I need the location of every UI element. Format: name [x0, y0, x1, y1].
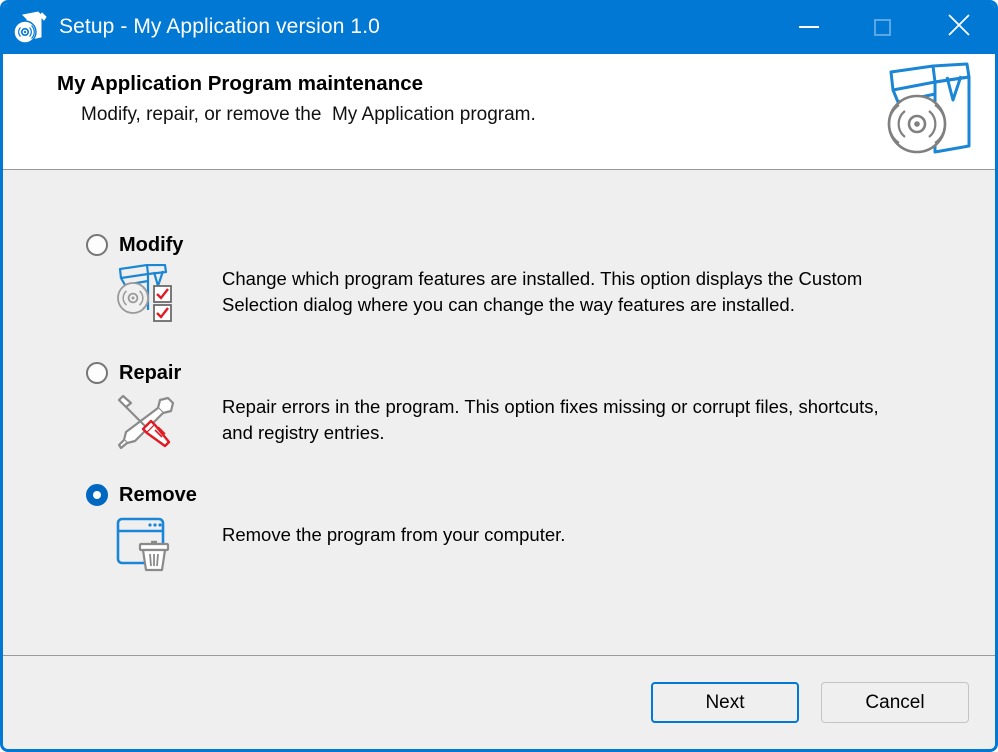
package-box-disc-logo	[877, 60, 983, 164]
window-title: Setup - My Application version 1.0	[59, 15, 380, 38]
radio-remove-dot	[93, 491, 101, 499]
page-title: My Application Program maintenance	[57, 72, 424, 95]
radio-modify[interactable]	[86, 234, 108, 256]
page-subtitle: Modify, repair, or remove the My Applica…	[81, 104, 536, 125]
option-remove-label: Remove	[119, 483, 197, 506]
modify-features-icon	[113, 263, 175, 322]
page-header: My Application Program maintenance Modif…	[3, 54, 995, 170]
window-controls	[774, 3, 995, 54]
next-button[interactable]: Next	[651, 682, 799, 723]
setup-box-disc-icon	[11, 8, 49, 46]
option-repair-body: Repair errors in the program. This optio…	[3, 392, 995, 450]
option-modify[interactable]: Modify Change which program features are…	[3, 232, 995, 322]
setup-window: Setup - My Application version 1.0 My Ap…	[0, 0, 998, 752]
option-modify-description: Change which program features are instal…	[222, 268, 863, 315]
option-modify-header[interactable]: Modify	[3, 232, 995, 258]
radio-remove[interactable]	[86, 484, 108, 506]
option-repair-label: Repair	[119, 361, 182, 384]
minimize-button[interactable]	[774, 3, 844, 54]
maximize-button[interactable]	[844, 3, 920, 54]
options-panel: Modify Change which program features are…	[3, 170, 995, 655]
wrench-screwdriver-icon	[113, 392, 175, 450]
footer-bar: Next Cancel	[3, 655, 995, 749]
option-repair-description: Repair errors in the program. This optio…	[222, 396, 879, 443]
maximize-icon	[873, 18, 891, 36]
option-modify-body: Change which program features are instal…	[3, 263, 995, 322]
option-remove[interactable]: Remove Remove the program from your comp…	[3, 482, 995, 572]
option-repair-header[interactable]: Repair	[3, 360, 995, 386]
option-remove-body: Remove the program from your computer.	[3, 514, 995, 572]
window-trash-icon	[113, 514, 175, 572]
title-bar: Setup - My Application version 1.0	[3, 3, 995, 54]
radio-repair[interactable]	[86, 362, 108, 384]
option-remove-header[interactable]: Remove	[3, 482, 995, 508]
option-remove-description: Remove the program from your computer.	[222, 524, 566, 545]
close-icon	[946, 12, 972, 43]
option-modify-label: Modify	[119, 233, 184, 256]
close-button[interactable]	[920, 3, 995, 54]
minimize-icon	[799, 26, 819, 28]
option-repair[interactable]: Repair Repair errors in the program. Thi…	[3, 360, 995, 450]
cancel-button[interactable]: Cancel	[821, 682, 969, 723]
